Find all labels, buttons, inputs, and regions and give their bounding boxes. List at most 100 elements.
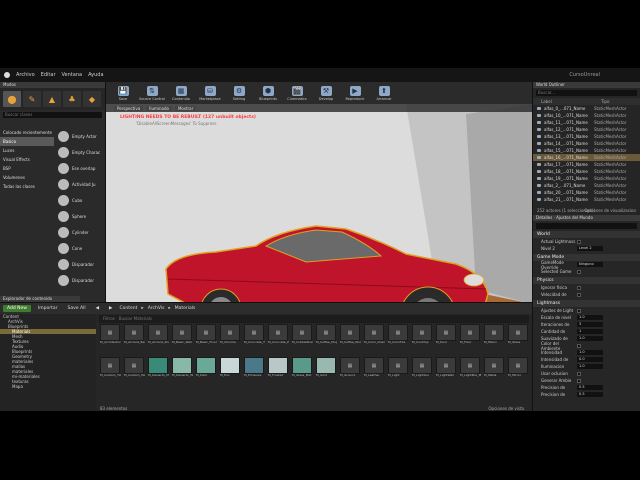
- outliner-row[interactable]: alfas_18_...071_Name StaticMeshActor: [533, 168, 640, 175]
- paint-mode-icon[interactable]: ✎: [23, 91, 41, 107]
- toolbar-button[interactable]: ⇅ Source Control: [139, 82, 165, 104]
- toolbar-button[interactable]: ⚒ Develop: [313, 82, 339, 104]
- toolbar-button[interactable]: ⚙ Setting: [226, 82, 252, 104]
- outliner-row[interactable]: alfas_0_...071_Name StaticMeshActor: [533, 105, 640, 112]
- asset-tile[interactable]: ▦ M_Chrome: [220, 324, 242, 355]
- col-label[interactable]: Label: [541, 98, 601, 105]
- tab-perspective[interactable]: Perspectiva: [114, 105, 144, 111]
- place-mode-icon[interactable]: ⬤: [3, 91, 21, 107]
- class-item[interactable]: Disparador: [56, 256, 106, 272]
- class-item[interactable]: Cone: [56, 240, 106, 256]
- toolbar-button[interactable]: ⬆ Arrancar: [371, 82, 397, 104]
- details-section-header[interactable]: Lightmass: [533, 300, 640, 307]
- visibility-eye-icon[interactable]: [537, 198, 541, 201]
- asset-tile[interactable]: ▦ M_Fabric: [484, 324, 506, 355]
- tab-lit[interactable]: Iluminado: [146, 105, 172, 111]
- property-checkbox[interactable]: [577, 292, 581, 297]
- category-item[interactable]: Todas las clases: [0, 182, 54, 191]
- class-item[interactable]: Disparador: [56, 272, 106, 288]
- asset-tile[interactable]: ▦ M_Floor: [460, 324, 482, 355]
- path-archvis[interactable]: ArchVis: [148, 306, 165, 311]
- property-value-field[interactable]: 1.0: [577, 336, 603, 341]
- property-value-field[interactable]: Level 2: [577, 246, 603, 251]
- outliner-row[interactable]: alfas_10_...071_Name StaticMeshActor: [533, 112, 640, 119]
- details-tab[interactable]: Detalles · Ajustes del Mundo: [533, 215, 640, 221]
- visibility-eye-icon[interactable]: [537, 128, 541, 131]
- property-checkbox[interactable]: [577, 269, 581, 274]
- outliner-row[interactable]: alfas_17_...071_Name StaticMeshActor: [533, 161, 640, 168]
- back-icon[interactable]: ◀: [93, 305, 102, 312]
- save-all-button[interactable]: Save All: [65, 305, 89, 312]
- category-item[interactable]: Luces: [0, 146, 54, 155]
- asset-tile[interactable]: ▦ M_Custom_Tile: [100, 357, 122, 388]
- asset-tile[interactable]: ▦M_Concrete_Poured: [268, 324, 290, 355]
- visibility-eye-icon[interactable]: [537, 156, 541, 159]
- import-button[interactable]: Importar: [35, 305, 61, 312]
- visibility-eye-icon[interactable]: [537, 177, 541, 180]
- property-value-field[interactable]: 0.5: [577, 385, 603, 390]
- outliner-row[interactable]: alfas_19_...071_Name StaticMeshActor: [533, 175, 640, 182]
- asset-tile[interactable]: ▦ M_Basic_Floor: [196, 324, 218, 355]
- asset-tile[interactable]: ▦ M_Mirror: [508, 357, 530, 388]
- property-value-field[interactable]: 3: [577, 322, 603, 327]
- asset-tile[interactable]: ▦M_Coffee_Wood: [340, 324, 362, 355]
- asset-tile[interactable]: M_Emissive: [244, 357, 266, 388]
- outliner-row[interactable]: alfas_21_...071_Name StaticMeshActor: [533, 196, 640, 203]
- class-item[interactable]: Cylinder: [56, 224, 106, 240]
- property-value-field[interactable]: 0.0: [577, 357, 603, 362]
- category-item[interactable]: Colocado recientemente: [0, 128, 54, 137]
- path-materials[interactable]: Materials: [175, 306, 196, 311]
- property-value-field[interactable]: Ninguno: [577, 262, 603, 267]
- property-checkbox[interactable]: [577, 378, 581, 383]
- visibility-eye-icon[interactable]: [537, 149, 541, 152]
- toolbar-button[interactable]: ⛁ Marketplace: [197, 82, 223, 104]
- asset-tile[interactable]: M_Dark: [196, 357, 218, 388]
- asset-tile[interactable]: ▦M_LightBox_Max: [460, 357, 482, 388]
- toolbar-button[interactable]: ⬢ Blueprints: [255, 82, 281, 104]
- visibility-eye-icon[interactable]: [537, 184, 541, 187]
- asset-tile[interactable]: ▦ M_Cooktop: [412, 324, 434, 355]
- menu-file[interactable]: Archivo: [16, 72, 35, 78]
- outliner-row[interactable]: alfas_2_...071_Name StaticMeshActor: [533, 182, 640, 189]
- toolbar-button[interactable]: 💾 Save: [110, 82, 136, 104]
- outliner-row[interactable]: alfas_14_...071_Name StaticMeshActor: [533, 140, 640, 147]
- tab-show[interactable]: Mostrar: [174, 105, 197, 111]
- asset-tile[interactable]: ▦ M_Color_Chair: [364, 324, 386, 355]
- asset-tile[interactable]: ▦M_Architectural: [100, 324, 122, 355]
- outliner-row[interactable]: alfas_12_...071_Name StaticMeshActor: [533, 126, 640, 133]
- property-checkbox[interactable]: [577, 308, 581, 313]
- class-search-input[interactable]: Buscar clases: [3, 112, 102, 118]
- asset-tile[interactable]: ▦ M_Lightbox: [412, 357, 434, 388]
- asset-search-input[interactable]: Filtros · Buscar Materials: [99, 315, 529, 323]
- view-options-button[interactable]: Opciones de vista: [488, 406, 524, 411]
- geometry-mode-icon[interactable]: ◆: [83, 91, 101, 107]
- asset-tile[interactable]: M_Frosted: [268, 357, 290, 388]
- property-value-field[interactable]: 1: [577, 329, 603, 334]
- outliner-row[interactable]: alfas_20_...071_Name StaticMeshActor: [533, 189, 640, 196]
- folder-item[interactable]: Mapa: [0, 384, 96, 389]
- path-content[interactable]: Content: [120, 306, 138, 311]
- add-new-button[interactable]: Add New: [3, 305, 31, 312]
- class-item[interactable]: Actividad Ju: [56, 176, 106, 192]
- property-value-field[interactable]: 0.5: [577, 392, 603, 397]
- visibility-eye-icon[interactable]: [537, 135, 541, 138]
- category-item[interactable]: Volumenes: [0, 173, 54, 182]
- class-item[interactable]: Ese overlap: [56, 160, 106, 176]
- visibility-eye-icon[interactable]: [537, 170, 541, 173]
- col-type[interactable]: Tipo: [601, 98, 609, 105]
- asset-tile[interactable]: ▦ M_LightWall: [436, 357, 458, 388]
- category-item[interactable]: BSP: [0, 164, 54, 173]
- outliner-row[interactable]: alfas_11_...071_Name StaticMeshActor: [533, 119, 640, 126]
- details-section-header[interactable]: World: [533, 231, 640, 238]
- property-value-field[interactable]: 1.0: [577, 350, 603, 355]
- asset-tile[interactable]: ▦ M_CobbleStone: [292, 324, 314, 355]
- asset-tile[interactable]: ▦ M_Ground: [340, 357, 362, 388]
- visibility-eye-icon[interactable]: [537, 163, 541, 166]
- category-item[interactable]: Visual Effects: [0, 155, 54, 164]
- asset-tile[interactable]: ▦M_Archviz_Shader: [148, 324, 170, 355]
- class-item[interactable]: Empty Charac: [56, 144, 106, 160]
- outliner-row[interactable]: alfas_13_...071_Name StaticMeshActor: [533, 133, 640, 140]
- property-checkbox[interactable]: [577, 239, 581, 244]
- asset-tile[interactable]: ▦M_Custom_Wall: [124, 357, 146, 388]
- asset-tile[interactable]: ▦M_Concrete_Tiles: [244, 324, 266, 355]
